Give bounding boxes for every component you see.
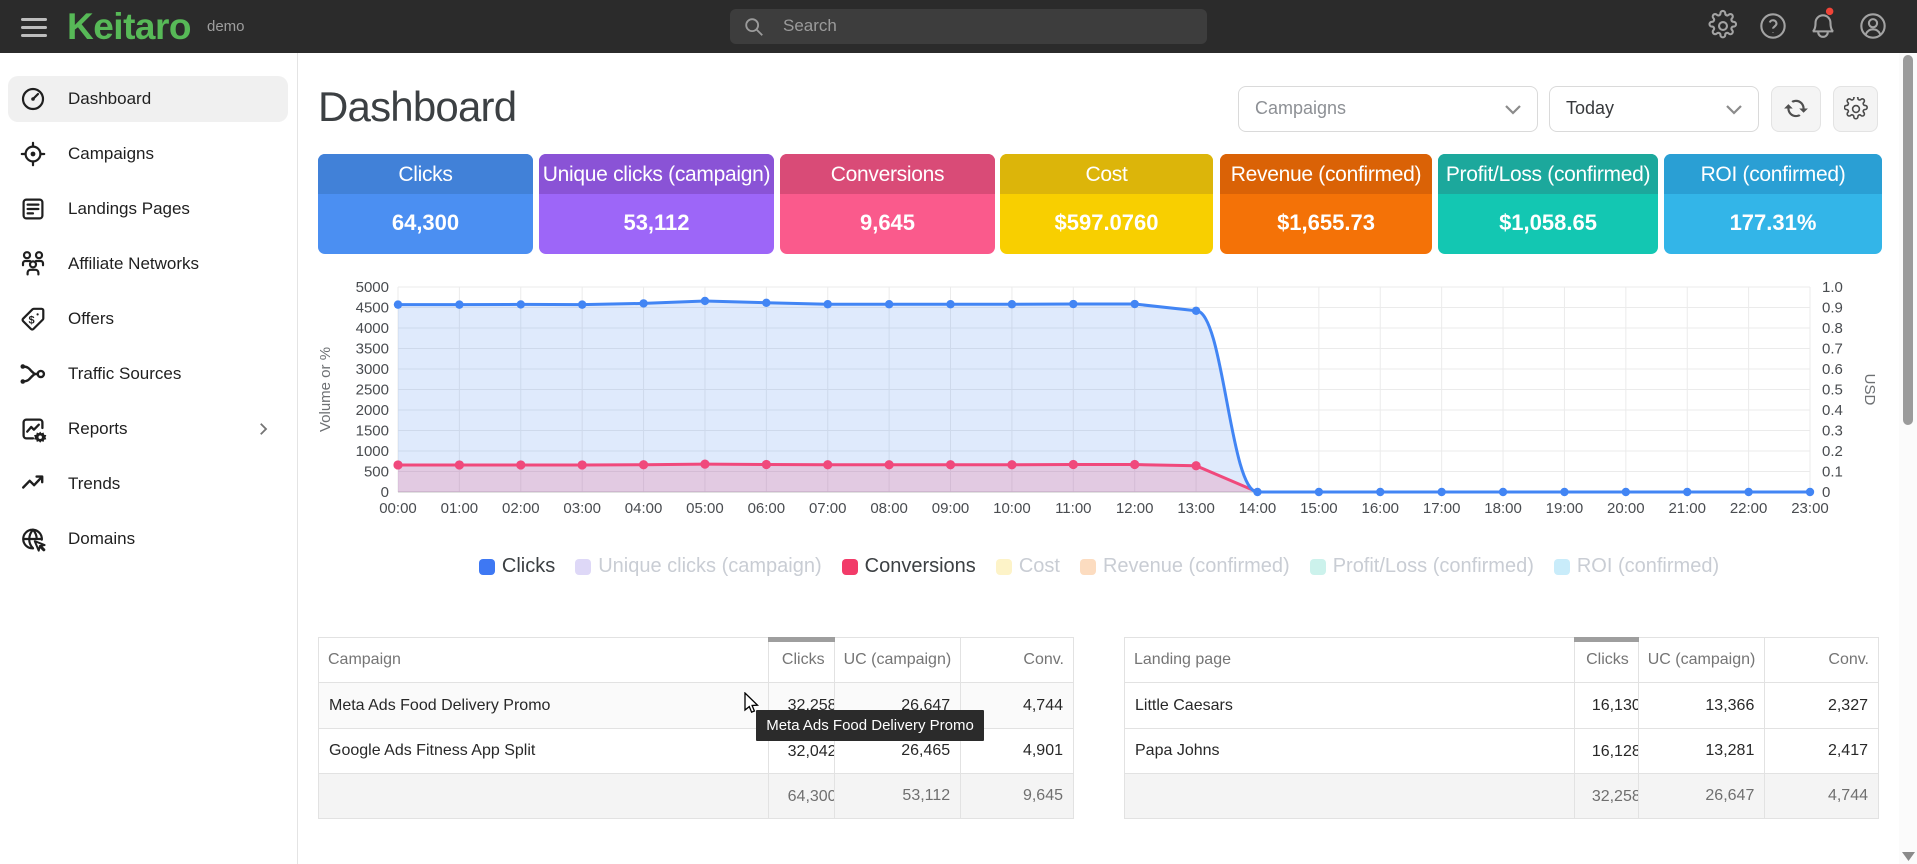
svg-text:0.3: 0.3 bbox=[1822, 423, 1843, 440]
svg-text:Volume or %: Volume or % bbox=[317, 347, 334, 432]
svg-text:1500: 1500 bbox=[356, 423, 389, 440]
svg-text:0.1: 0.1 bbox=[1822, 464, 1843, 481]
svg-text:04:00: 04:00 bbox=[625, 500, 663, 517]
svg-text:0.7: 0.7 bbox=[1822, 341, 1843, 358]
svg-text:19:00: 19:00 bbox=[1546, 500, 1584, 517]
svg-text:0.4: 0.4 bbox=[1822, 402, 1843, 419]
svg-text:01:00: 01:00 bbox=[441, 500, 479, 517]
svg-text:500: 500 bbox=[364, 464, 389, 481]
svg-text:2000: 2000 bbox=[356, 402, 389, 419]
svg-text:07:00: 07:00 bbox=[809, 500, 847, 517]
svg-text:00:00: 00:00 bbox=[379, 500, 417, 517]
svg-text:0.8: 0.8 bbox=[1822, 320, 1843, 337]
svg-text:10:00: 10:00 bbox=[993, 500, 1031, 517]
svg-text:0.6: 0.6 bbox=[1822, 361, 1843, 378]
svg-text:0: 0 bbox=[1822, 484, 1830, 501]
svg-text:1000: 1000 bbox=[356, 443, 389, 460]
svg-text:09:00: 09:00 bbox=[932, 500, 970, 517]
svg-text:02:00: 02:00 bbox=[502, 500, 540, 517]
svg-text:15:00: 15:00 bbox=[1300, 500, 1338, 517]
svg-text:06:00: 06:00 bbox=[748, 500, 786, 517]
svg-text:2500: 2500 bbox=[356, 382, 389, 399]
svg-text:4000: 4000 bbox=[356, 320, 389, 337]
svg-text:5000: 5000 bbox=[356, 279, 389, 296]
svg-text:21:00: 21:00 bbox=[1668, 500, 1706, 517]
svg-text:12:00: 12:00 bbox=[1116, 500, 1154, 517]
svg-text:3500: 3500 bbox=[356, 341, 389, 358]
svg-text:$: $ bbox=[29, 314, 35, 326]
svg-text:3000: 3000 bbox=[356, 361, 389, 378]
svg-text:1.0: 1.0 bbox=[1822, 279, 1843, 296]
svg-text:08:00: 08:00 bbox=[870, 500, 908, 517]
svg-text:18:00: 18:00 bbox=[1484, 500, 1522, 517]
svg-text:0.9: 0.9 bbox=[1822, 300, 1843, 317]
svg-text:13:00: 13:00 bbox=[1177, 500, 1215, 517]
svg-text:14:00: 14:00 bbox=[1239, 500, 1277, 517]
svg-text:USD: USD bbox=[1861, 374, 1878, 406]
svg-text:03:00: 03:00 bbox=[563, 500, 601, 517]
svg-text:20:00: 20:00 bbox=[1607, 500, 1645, 517]
svg-text:4500: 4500 bbox=[356, 300, 389, 317]
svg-text:17:00: 17:00 bbox=[1423, 500, 1461, 517]
svg-text:16:00: 16:00 bbox=[1361, 500, 1399, 517]
svg-text:05:00: 05:00 bbox=[686, 500, 724, 517]
svg-text:11:00: 11:00 bbox=[1055, 500, 1091, 517]
svg-text:23:00: 23:00 bbox=[1791, 500, 1829, 517]
svg-text:0.2: 0.2 bbox=[1822, 443, 1843, 460]
svg-text:0.5: 0.5 bbox=[1822, 382, 1843, 399]
svg-text:22:00: 22:00 bbox=[1730, 500, 1768, 517]
svg-text:0: 0 bbox=[381, 484, 389, 501]
